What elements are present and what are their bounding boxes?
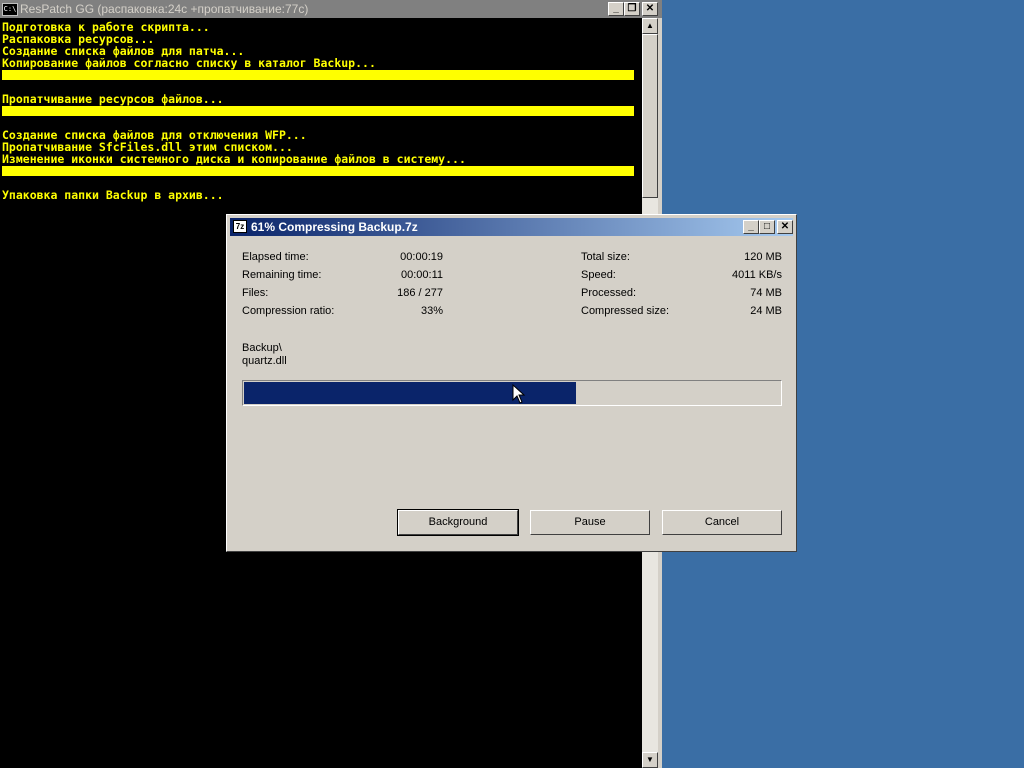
current-file: quartz.dll (242, 355, 287, 367)
console-title: ResPatch GG (распаковка:24с +пропатчиван… (20, 2, 309, 16)
files-label: Files: (242, 287, 269, 299)
console-line: Упаковка папки Backup в архив... (2, 188, 224, 202)
progress-fill (244, 382, 576, 404)
processed-value: 74 MB (750, 287, 782, 299)
speed-label: Speed: (581, 269, 616, 281)
processed-label: Processed: (581, 287, 637, 299)
current-folder: Backup\ (242, 342, 282, 354)
total-size-value: 120 MB (744, 251, 782, 263)
compression-ratio-value: 33% (420, 305, 443, 317)
console-progress-bar (2, 166, 634, 176)
elapsed-time-label: Elapsed time: (242, 251, 309, 263)
restore-icon[interactable]: ❐ (624, 2, 640, 16)
speed-value: 4011 KB/s (732, 269, 782, 281)
console-line: Изменение иконки системного диска и копи… (2, 152, 466, 166)
dialog-title: 61% Compressing Backup.7z (251, 220, 418, 234)
minimize-icon[interactable]: _ (743, 220, 759, 234)
pause-button[interactable]: Pause (530, 510, 650, 535)
console-icon[interactable]: C:\ (2, 3, 18, 16)
minimize-icon[interactable]: _ (608, 2, 624, 16)
close-icon[interactable]: ✕ (777, 220, 793, 234)
compress-dialog: 7z 61% Compressing Backup.7z _ □ ✕ Elaps… (226, 214, 797, 552)
compressed-size-label: Compressed size: (581, 305, 670, 317)
maximize-icon[interactable]: □ (759, 220, 775, 234)
scroll-down-icon[interactable]: ▼ (642, 752, 658, 768)
remaining-time-value: 00:00:11 (400, 269, 443, 281)
console-titlebar[interactable]: C:\ ResPatch GG (распаковка:24с +пропатч… (0, 0, 662, 18)
dialog-titlebar[interactable]: 7z 61% Compressing Backup.7z _ □ ✕ (230, 218, 793, 236)
console-line: Пропатчивание ресурсов файлов... (2, 92, 224, 106)
remaining-time-label: Remaining time: (242, 269, 322, 281)
7zip-icon[interactable]: 7z (233, 220, 247, 233)
console-progress-bar (2, 70, 634, 80)
close-icon[interactable]: ✕ (642, 2, 658, 16)
scroll-up-icon[interactable]: ▲ (642, 18, 658, 34)
mouse-cursor-icon (512, 384, 526, 404)
background-button[interactable]: Background (397, 509, 519, 536)
elapsed-time-value: 00:00:19 (400, 251, 443, 263)
console-line: Копирование файлов согласно списку в кат… (2, 56, 376, 70)
console-progress-bar (2, 106, 634, 116)
total-size-label: Total size: (581, 251, 630, 263)
scrollbar-thumb[interactable] (642, 34, 658, 198)
files-value: 186 / 277 (397, 287, 443, 299)
compression-ratio-label: Compression ratio: (242, 305, 335, 317)
cancel-button[interactable]: Cancel (662, 510, 782, 535)
compressed-size-value: 24 MB (750, 305, 782, 317)
